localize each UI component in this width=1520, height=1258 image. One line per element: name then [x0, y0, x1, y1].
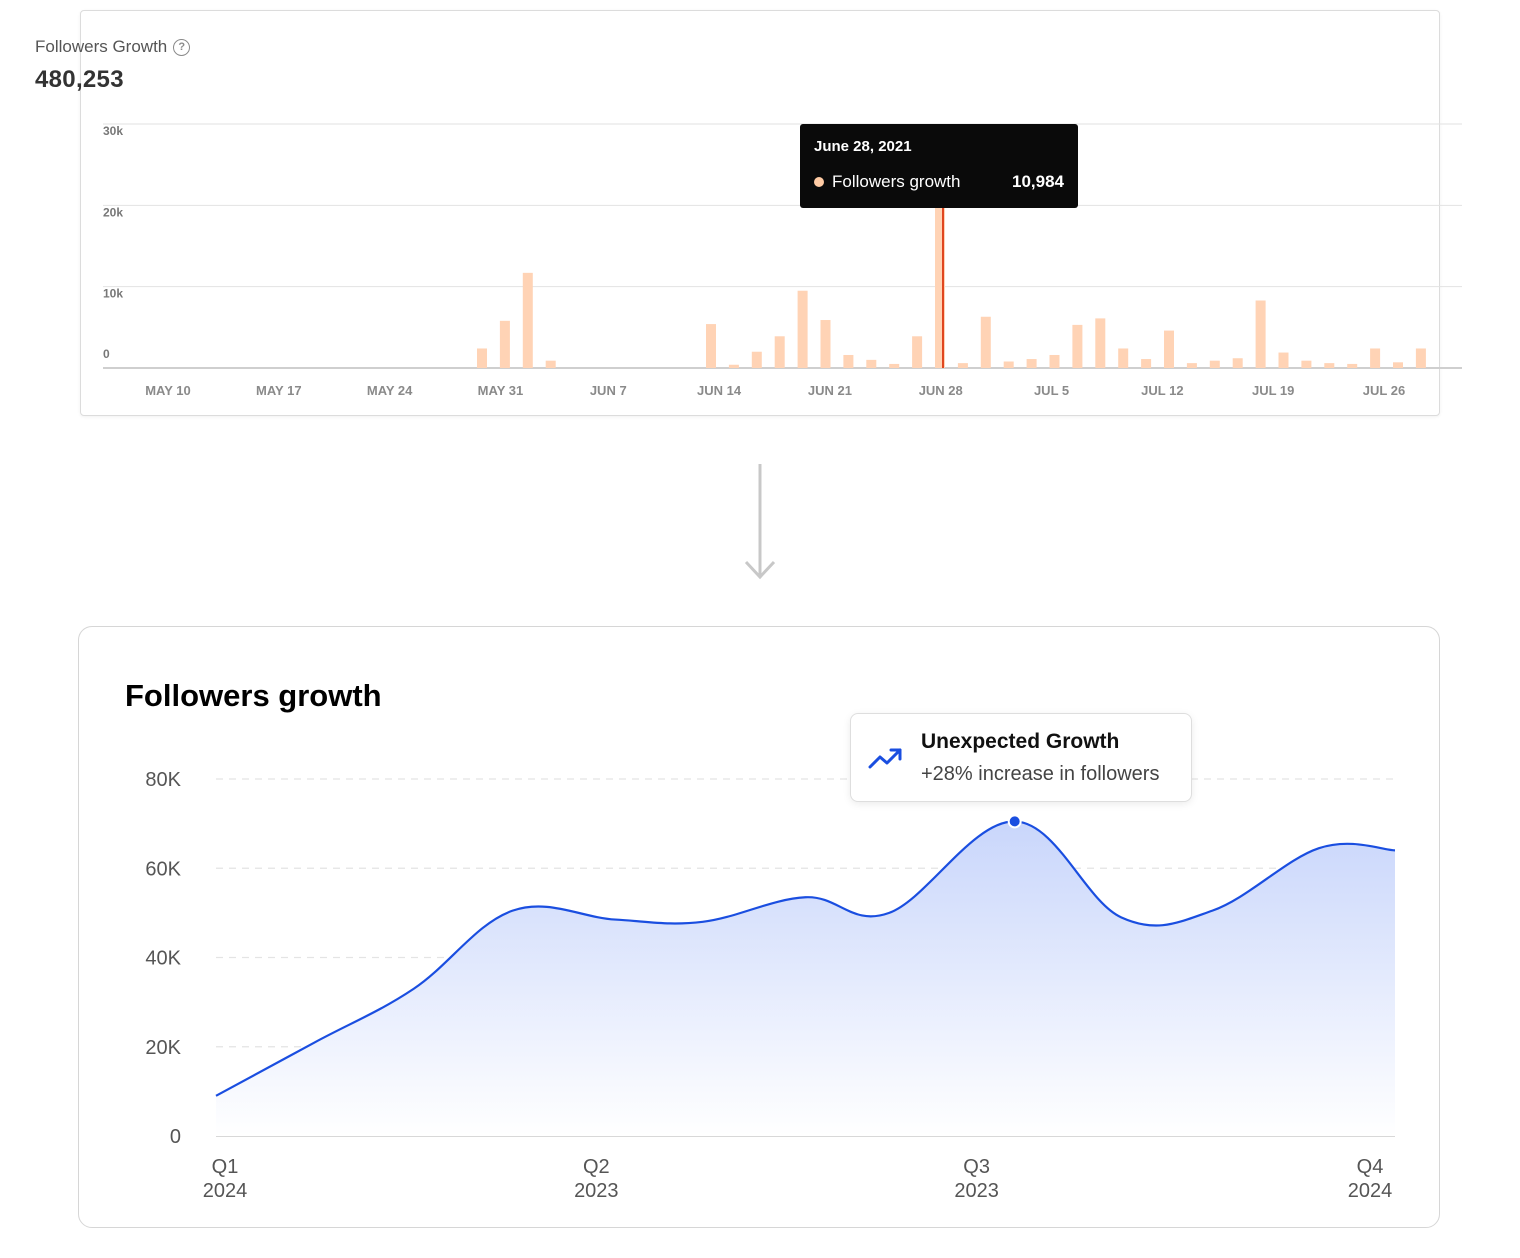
annotation-subtitle: +28% increase in followers	[921, 762, 1160, 785]
area-chart[interactable]: 020K40K60K80K Q12024Q22023Q32023Q42024	[0, 0, 1520, 1258]
area-y-tick-label: 40K	[145, 948, 181, 970]
area-chart-x-axis: Q12024Q22023Q32023Q42024	[203, 1156, 1393, 1202]
area-y-tick-label: 20K	[145, 1037, 181, 1059]
area-x-tick-year: 2024	[1348, 1180, 1393, 1202]
area-x-tick-year: 2023	[574, 1180, 619, 1202]
annotation-title: Unexpected Growth	[921, 729, 1120, 753]
area-chart-y-axis: 0 20K 40K 60K 80K	[145, 769, 181, 1148]
area-x-tick-quarter: Q2	[583, 1156, 610, 1178]
area-y-tick-label: 60K	[145, 858, 181, 880]
area-x-tick-year: 2024	[203, 1180, 248, 1202]
trending-up-icon	[868, 748, 902, 768]
growth-annotation: Unexpected Growth +28% increase in follo…	[850, 713, 1192, 802]
area-y-tick-label: 80K	[145, 769, 181, 791]
area-x-tick-year: 2023	[954, 1180, 999, 1202]
area-x-tick-quarter: Q1	[212, 1156, 239, 1178]
area-x-tick-quarter: Q3	[963, 1156, 990, 1178]
highlight-point[interactable]	[1007, 814, 1022, 829]
area-y-tick-label: 0	[170, 1126, 181, 1148]
area-x-tick-quarter: Q4	[1357, 1156, 1384, 1178]
